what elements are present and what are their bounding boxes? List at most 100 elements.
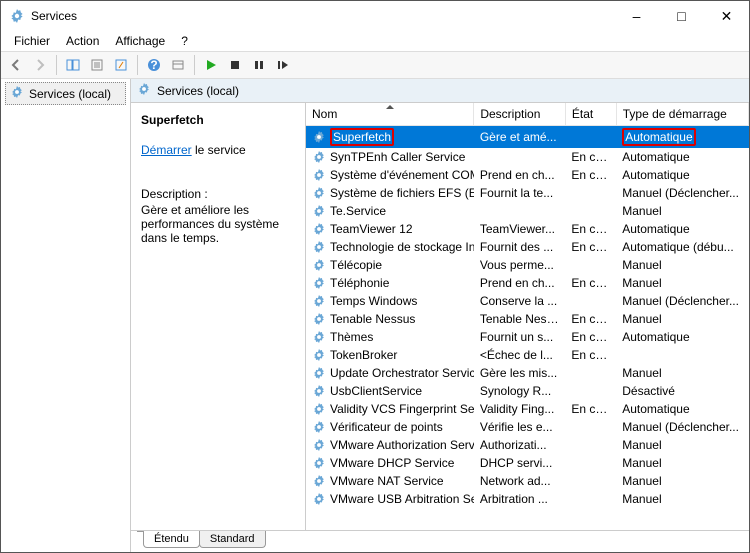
back-button[interactable] [5,54,27,76]
col-header-name[interactable]: Nom [306,103,474,126]
service-state [565,454,616,472]
table-row[interactable]: VMware DHCP ServiceDHCP servi...Manuel [306,454,749,472]
table-row[interactable]: UsbClientServiceSynology R...Désactivé [306,382,749,400]
table-row[interactable]: SynTPEnh Caller ServiceEn co...Automatiq… [306,148,749,166]
svg-text:?: ? [150,58,157,72]
minimize-button[interactable]: – [614,1,659,31]
service-state [565,382,616,400]
menu-action[interactable]: Action [59,32,106,50]
service-startup: Manuel [616,454,748,472]
service-state [565,418,616,436]
close-button[interactable]: ✕ [704,1,749,31]
service-startup: Automatique [616,328,748,346]
service-name: Validity VCS Fingerprint Ser... [312,402,468,416]
service-state [565,490,616,508]
start-service-button[interactable] [200,54,222,76]
tab-extended[interactable]: Étendu [143,531,200,548]
service-name: Système de fichiers EFS (En... [312,186,468,200]
service-desc [474,148,566,166]
start-link-rest: le service [192,143,246,157]
maximize-button[interactable]: □ [659,1,704,31]
service-name: Technologie de stockage In... [312,240,468,254]
service-name: Temps Windows [312,294,468,308]
table-row[interactable]: Temps WindowsConserve la ...Manuel (Décl… [306,292,749,310]
service-startup: Désactivé [616,382,748,400]
export-button[interactable] [110,54,132,76]
service-desc: Authorizati... [474,436,566,454]
service-desc: DHCP servi... [474,454,566,472]
table-row[interactable]: Système d'événement COM+Prend en ch...En… [306,166,749,184]
start-link[interactable]: Démarrer [141,143,192,157]
col-header-description[interactable]: Description [474,103,566,126]
stop-service-button[interactable] [224,54,246,76]
refresh-button[interactable] [167,54,189,76]
service-name: VMware Authorization Servi... [312,438,468,452]
services-list[interactable]: Nom Description État Type de démarrage S… [306,103,749,530]
service-desc: Fournit des ... [474,238,566,256]
table-row[interactable]: Update Orchestrator ServiceGère les mis.… [306,364,749,382]
service-desc: Vous perme... [474,256,566,274]
table-row[interactable]: VMware USB Arbitration Ser...Arbitration… [306,490,749,508]
col-header-state[interactable]: État [565,103,616,126]
services-icon [137,82,151,99]
detail-pane: Superfetch Démarrer le service Descripti… [131,103,306,530]
service-startup: Automatique [616,166,748,184]
help-button[interactable]: ? [143,54,165,76]
table-row[interactable]: Technologie de stockage In... Fournit des… [306,238,749,256]
menu-file[interactable]: Fichier [7,32,57,50]
service-state: En co... [565,148,616,166]
service-state: En co... [565,238,616,256]
table-row[interactable]: Vérificateur de pointsVérifie les e...Ma… [306,418,749,436]
service-desc: TeamViewer... [474,220,566,238]
table-row[interactable]: Validity VCS Fingerprint Ser... Validity … [306,400,749,418]
service-name: Tenable Nessus [312,312,468,326]
service-desc: Prend en ch... [474,274,566,292]
table-row[interactable]: TeamViewer 12TeamViewer...En co...Automa… [306,220,749,238]
table-row[interactable]: ThèmesFournit un s...En co...Automatique [306,328,749,346]
service-startup: Manuel (Déclencher... [616,184,748,202]
service-name: TokenBroker [312,348,468,362]
tree-pane: Services (local) [1,79,131,552]
service-startup: Manuel [616,436,748,454]
pause-service-button[interactable] [248,54,270,76]
table-row[interactable]: TokenBroker<Échec de l...En co... [306,346,749,364]
service-startup: Manuel [616,274,748,292]
service-name: SynTPEnh Caller Service [312,150,468,164]
service-name: TeamViewer 12 [312,222,468,236]
table-row[interactable]: Te.Service Manuel [306,202,749,220]
table-row[interactable]: TélécopieVous perme...Manuel [306,256,749,274]
service-name: Téléphonie [312,276,468,290]
show-hide-tree-button[interactable] [62,54,84,76]
service-desc: Validity Fing... [474,400,566,418]
description-label: Description : [141,187,295,201]
table-row[interactable]: VMware NAT ServiceNetwork ad...Manuel [306,472,749,490]
forward-button[interactable] [29,54,51,76]
service-startup: Manuel [616,490,748,508]
service-desc: Gère et amé... [474,126,566,149]
service-state [565,436,616,454]
restart-service-button[interactable] [272,54,294,76]
selected-service-name: Superfetch [141,113,295,127]
menu-view[interactable]: Affichage [108,32,172,50]
properties-button[interactable] [86,54,108,76]
service-name: Te.Service [312,204,468,218]
tab-standard[interactable]: Standard [199,531,266,548]
table-row[interactable]: VMware Authorization Servi... Authorizati… [306,436,749,454]
table-row[interactable]: TéléphoniePrend en ch...En co...Manuel [306,274,749,292]
description-text: Gère et améliore les performances du sys… [141,203,295,245]
col-header-startup[interactable]: Type de démarrage [616,103,748,126]
table-row[interactable]: SuperfetchGère et amé...Automatique [306,126,749,149]
service-state: En co... [565,310,616,328]
service-state: En co... [565,220,616,238]
tree-root-services-local[interactable]: Services (local) [5,82,126,105]
menu-help[interactable]: ? [174,32,195,50]
table-row[interactable]: Tenable NessusTenable Ness...En co...Man… [306,310,749,328]
app-icon [9,8,25,24]
service-startup: Manuel [616,202,748,220]
service-startup: Manuel (Déclencher... [616,292,748,310]
service-name: Vérificateur de points [312,420,468,434]
service-state [565,202,616,220]
service-desc [474,202,566,220]
table-row[interactable]: Système de fichiers EFS (En...Fournit la… [306,184,749,202]
service-startup: Manuel [616,256,748,274]
